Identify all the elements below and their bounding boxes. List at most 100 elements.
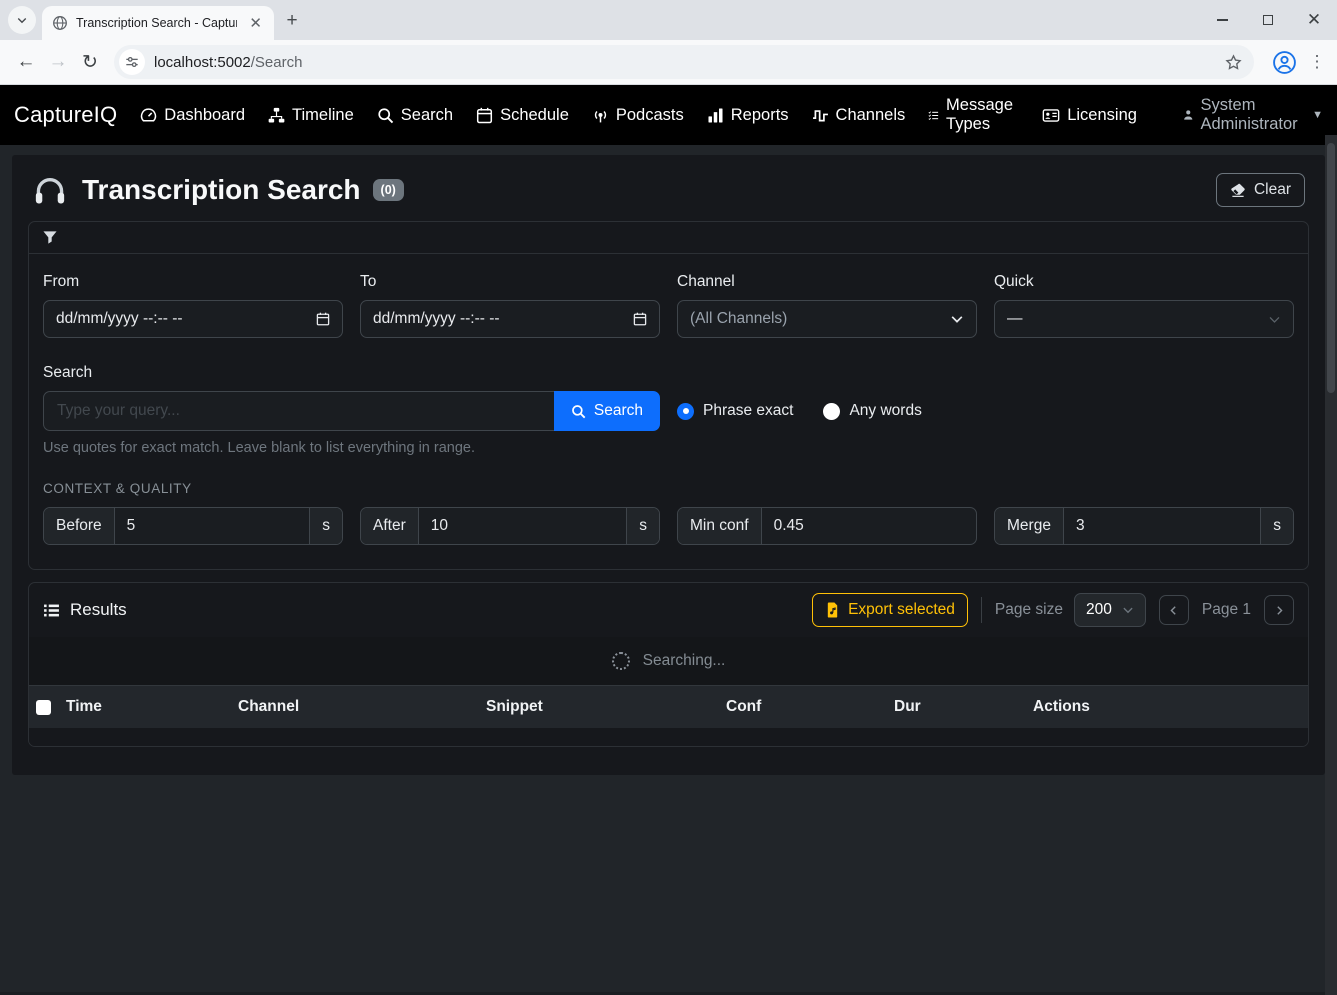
spinner-icon [612,652,630,670]
before-input-group: Before 5 s [43,507,343,545]
bar-chart-icon [707,107,724,124]
address-bar[interactable]: localhost:5002/Search [114,45,1254,79]
forward-button[interactable]: → [42,51,74,73]
page-scrollbar[interactable] [1325,135,1337,995]
channel-field-group: Channel (All Channels) [677,273,977,338]
column-header-actions[interactable]: Actions [1033,698,1308,716]
before-input[interactable]: 5 [115,508,310,544]
reload-button[interactable]: ↻ [74,51,106,74]
results-header: Results Export selected Page size [29,583,1308,637]
select-all-checkbox[interactable] [36,700,51,715]
tab-search-button[interactable] [8,6,36,34]
nav-item-reports[interactable]: Reports [707,106,789,125]
from-datetime-input[interactable]: dd/mm/yyyy --:-- -- [43,300,343,338]
nav-item-dashboard[interactable]: Dashboard [140,106,245,125]
scrollbar-thumb[interactable] [1327,143,1335,393]
browser-menu-button[interactable]: ⋮ [1307,52,1327,72]
new-tab-button[interactable]: + [278,7,306,35]
channel-select[interactable]: (All Channels) [677,300,977,338]
user-menu[interactable]: System Administrator ▼ [1183,96,1323,134]
nav-item-message-types[interactable]: Message Types [928,96,1019,134]
any-words-radio[interactable]: Any words [823,402,921,420]
results-heading: Results [70,600,127,620]
phrase-exact-radio[interactable]: Phrase exact [677,402,793,420]
results-table-body [29,728,1308,746]
radio-checked-icon[interactable] [677,403,694,420]
id-card-icon [1042,107,1060,124]
nav-item-search[interactable]: Search [377,106,453,125]
list-icon [43,602,60,619]
maximize-button[interactable] [1245,0,1291,40]
clear-button[interactable]: Clear [1216,173,1305,207]
quick-select[interactable]: — [994,300,1294,338]
nav-label: Podcasts [616,106,684,125]
column-header-channel[interactable]: Channel [238,698,486,716]
nav-item-channels[interactable]: Channels [812,106,906,125]
profile-avatar[interactable] [1272,50,1297,75]
caret-down-icon: ▼ [1312,109,1323,121]
column-header-time[interactable]: Time [66,698,238,716]
merge-input-group: Merge 3 s [994,507,1294,545]
to-datetime-input[interactable]: dd/mm/yyyy --:-- -- [360,300,660,338]
calendar-icon[interactable] [316,312,330,326]
prev-page-button[interactable] [1159,595,1189,625]
bookmark-star-icon[interactable] [1225,54,1242,71]
min-conf-label: Min conf [678,508,762,544]
back-button[interactable]: ← [10,51,42,73]
close-window-button[interactable]: ✕ [1291,0,1337,40]
column-header-conf[interactable]: Conf [726,698,894,716]
channel-value: (All Channels) [690,310,787,328]
quick-value: — [1007,310,1023,328]
column-header-dur[interactable]: Dur [894,698,1033,716]
column-header-snippet[interactable]: Snippet [486,698,726,716]
context-quality-row: Before 5 s After 10 s Min conf 0.45 [43,507,1294,545]
next-page-button[interactable] [1264,595,1294,625]
eraser-icon [1230,183,1246,198]
quick-field-group: Quick — [994,273,1294,338]
chevron-down-icon [950,312,964,326]
site-settings-chip[interactable] [119,49,145,75]
min-conf-input-group: Min conf 0.45 [677,507,977,545]
tab-title: Transcription Search - CaptureIQ [76,16,237,30]
merge-input[interactable]: 3 [1064,508,1260,544]
page-size-label: Page size [995,601,1063,619]
radio-unchecked-icon[interactable] [823,403,840,420]
minimize-button[interactable] [1199,0,1245,40]
nav-label: Channels [836,106,906,125]
browser-tab-strip: Transcription Search - CaptureIQ ✕ + ✕ [0,0,1337,40]
headphones-icon [32,174,68,206]
browser-tab[interactable]: Transcription Search - CaptureIQ ✕ [42,6,274,40]
minimize-icon [1217,19,1228,20]
nav-item-timeline[interactable]: Timeline [268,106,354,125]
after-input[interactable]: 10 [419,508,627,544]
after-suffix: s [626,508,659,544]
search-input[interactable] [43,391,554,431]
chevron-down-icon [1122,604,1134,616]
results-table-header: Time Channel Snippet Conf Dur Actions [29,685,1308,728]
calendar-icon[interactable] [633,312,647,326]
page-size-select[interactable]: 200 [1074,593,1146,627]
globe-favicon-icon [52,15,68,31]
any-words-label: Any words [849,402,921,420]
nav-item-licensing[interactable]: Licensing [1042,106,1137,125]
tab-close-icon[interactable]: ✕ [245,14,266,33]
filter-card-body: From dd/mm/yyyy --:-- -- [29,254,1308,569]
min-conf-input[interactable]: 0.45 [762,508,976,544]
filter-card-header [29,222,1308,254]
broadcast-icon [592,107,609,124]
nav-item-schedule[interactable]: Schedule [476,106,569,125]
export-selected-button[interactable]: Export selected [812,593,968,627]
search-button[interactable]: Search [554,391,660,431]
chevron-left-icon [1168,605,1179,616]
from-value: dd/mm/yyyy --:-- -- [56,310,183,328]
tune-icon [125,55,139,69]
before-label: Before [44,508,115,544]
speedometer-icon [140,107,157,124]
nav-item-podcasts[interactable]: Podcasts [592,106,684,125]
brand-logo[interactable]: CaptureIQ [14,102,117,128]
calendar-icon [476,107,493,124]
user-label: System Administrator [1200,96,1303,134]
to-label: To [360,273,660,291]
file-music-icon [825,602,840,618]
browser-toolbar: ← → ↻ localhost:5002/Search [0,40,1337,85]
